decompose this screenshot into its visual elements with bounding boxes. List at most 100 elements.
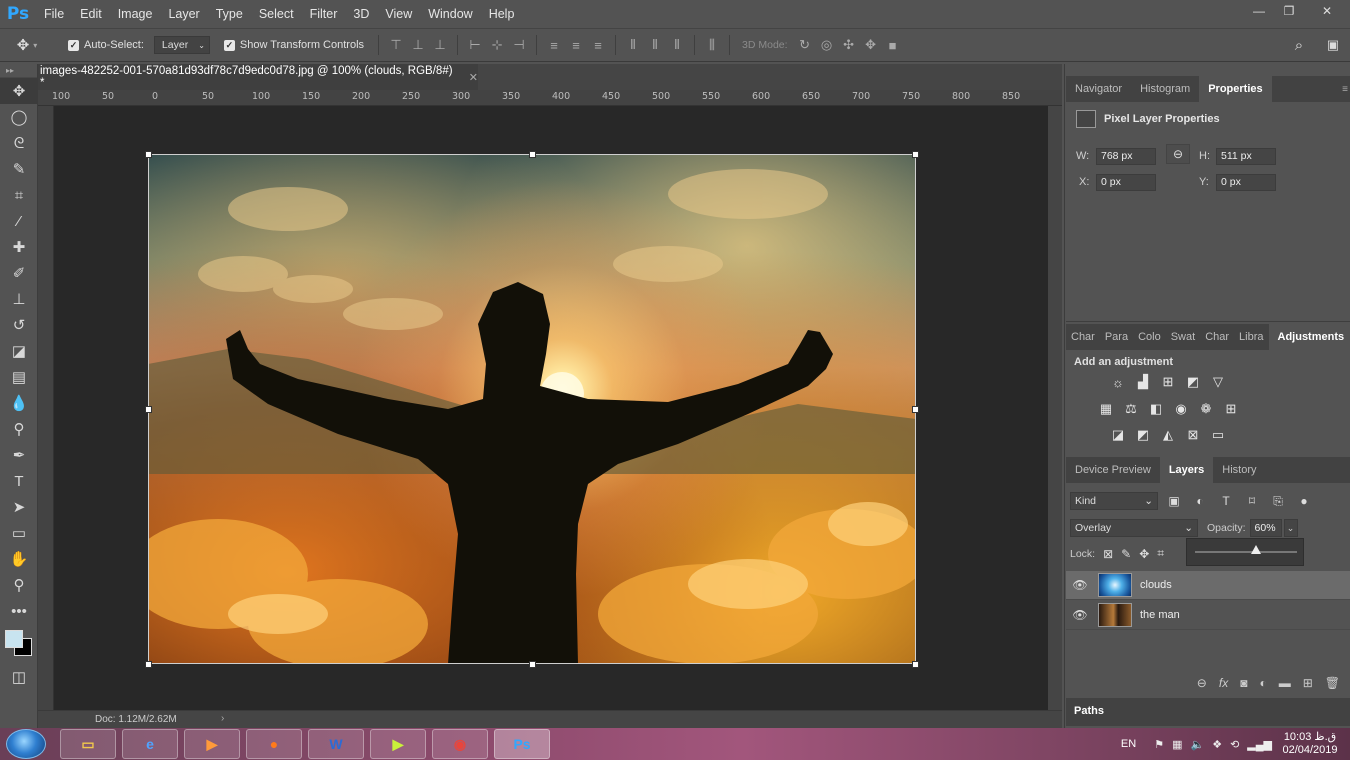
type-tool-icon[interactable]: T [0, 468, 38, 494]
tab-color[interactable]: Colo [1133, 324, 1166, 350]
document-tab[interactable]: images-482252-001-570a81d93df78c7d9edc0d… [38, 64, 478, 90]
transform-bounding-box[interactable] [148, 154, 916, 664]
tab-paragraph[interactable]: Para [1100, 324, 1133, 350]
dodge-tool-icon[interactable]: ⚲ [0, 416, 38, 442]
menu-edit[interactable]: Edit [72, 0, 110, 28]
media-player-icon[interactable]: ▶ [184, 729, 240, 759]
path-selection-tool-icon[interactable]: ➤ [0, 494, 38, 520]
fx-icon[interactable]: fx [1219, 676, 1228, 690]
opacity-field[interactable]: 60% [1249, 519, 1282, 537]
horizontal-ruler[interactable]: 100 50 0 50 100 150 200 250 300 350 400 450 500 550 60… [38, 90, 1062, 106]
lock-image-icon[interactable]: ✎ [1121, 547, 1131, 561]
eye-icon[interactable]: 👁 [1066, 578, 1094, 592]
word-icon[interactable]: W [308, 729, 364, 759]
tab-adjustments[interactable]: Adjustments [1268, 324, 1350, 350]
network-icon[interactable]: ▦ [1172, 738, 1182, 751]
align-bottom-icon[interactable]: ⊥ [429, 34, 451, 56]
history-brush-tool-icon[interactable]: ↺ [0, 312, 38, 338]
hue-saturation-icon[interactable]: ▦ [1096, 399, 1116, 419]
hand-tool-icon[interactable]: ✋ [0, 546, 38, 572]
3d-slide-icon[interactable]: ✥ [860, 34, 882, 56]
transform-handle-left[interactable] [145, 406, 152, 413]
tab-device-preview[interactable]: Device Preview [1066, 457, 1160, 483]
language-indicator[interactable]: EN [1121, 738, 1136, 750]
color-swatches[interactable] [0, 624, 37, 664]
transform-handle-top-left[interactable] [145, 151, 152, 158]
3d-orbit-icon[interactable]: ↻ [794, 34, 816, 56]
color-lookup-icon[interactable]: ⊞ [1221, 399, 1241, 419]
color-balance-icon[interactable]: ⚖ [1121, 399, 1141, 419]
lock-artboard-icon[interactable]: ⌗ [1157, 546, 1164, 561]
tab-libraries[interactable]: Libra [1234, 324, 1268, 350]
gradient-map-icon[interactable]: ▭ [1208, 425, 1228, 445]
close-button[interactable]: ✕ [1304, 0, 1350, 22]
menu-view[interactable]: View [377, 0, 420, 28]
move-tool-preset-icon[interactable]: ✥ ▾ [0, 36, 54, 54]
filter-shape-icon[interactable]: ⌑ [1242, 494, 1262, 508]
new-group-icon[interactable]: ▬ [1279, 676, 1291, 690]
volume-icon[interactable]: 🔈 [1190, 738, 1204, 751]
distribute-left-icon[interactable]: ⦀ [622, 34, 644, 56]
chevron-right-icon[interactable]: › [221, 713, 224, 724]
3d-scale-icon[interactable]: ■ [882, 34, 904, 56]
document-size-info[interactable]: Doc: 1.12M/2.62M [95, 714, 177, 725]
rectangle-tool-icon[interactable]: ▭ [0, 520, 38, 546]
lasso-tool-icon[interactable]: ᘓ [0, 130, 38, 156]
link-icon[interactable]: ⊖ [1166, 144, 1190, 164]
levels-icon[interactable]: ▟ [1133, 372, 1153, 392]
chevron-down-icon[interactable]: ⌄ [1283, 519, 1298, 537]
chrome-icon[interactable]: ◉ [432, 729, 488, 759]
selective-color-icon[interactable]: ⊠ [1183, 425, 1203, 445]
menu-image[interactable]: Image [110, 0, 161, 28]
distribute-vcenter-icon[interactable]: ≡ [565, 34, 587, 56]
move-tool-icon[interactable]: ✥ [0, 78, 38, 104]
tab-character[interactable]: Char [1066, 324, 1100, 350]
panel-collapse-icon[interactable]: ▸▸ [0, 64, 37, 78]
tab-navigator[interactable]: Navigator [1066, 76, 1131, 102]
transform-handle-bottom[interactable] [529, 661, 536, 668]
filter-smart-object-icon[interactable]: ⎘ [1268, 494, 1288, 509]
zoom-tool-icon[interactable]: ⚲ [0, 572, 38, 598]
internet-explorer-icon[interactable]: e [122, 729, 178, 759]
eraser-tool-icon[interactable]: ◪ [0, 338, 38, 364]
exposure-icon[interactable]: ◩ [1183, 372, 1203, 392]
menu-window[interactable]: Window [420, 0, 480, 28]
new-adjustment-icon[interactable]: ◐ [1259, 676, 1266, 690]
foreground-color-swatch[interactable] [5, 630, 23, 648]
align-vcenter-icon[interactable]: ⊥ [407, 34, 429, 56]
quick-select-tool-icon[interactable]: ✎ [0, 156, 38, 182]
filter-toggle-icon[interactable]: ● [1294, 494, 1314, 508]
quick-mask-icon[interactable]: ◫ [0, 664, 38, 690]
tab-properties[interactable]: Properties [1199, 76, 1272, 102]
menu-file[interactable]: File [36, 0, 72, 28]
black-white-icon[interactable]: ◧ [1146, 399, 1166, 419]
menu-layer[interactable]: Layer [160, 0, 207, 28]
pen-tool-icon[interactable]: ✒ [0, 442, 38, 468]
transform-handle-bottom-left[interactable] [145, 661, 152, 668]
vibrance-icon[interactable]: ▽ [1208, 372, 1228, 392]
video-editor-icon[interactable]: ▶ [370, 729, 426, 759]
show-transform-checkbox[interactable]: ✓ Show Transform Controls [223, 39, 364, 51]
trash-icon[interactable]: 🗑 [1325, 676, 1340, 690]
lock-position-icon[interactable]: ✥ [1139, 547, 1149, 561]
transform-handle-right[interactable] [912, 406, 919, 413]
photoshop-taskbar-icon[interactable]: Ps [494, 729, 550, 759]
blur-tool-icon[interactable]: 💧 [0, 390, 38, 416]
signal-icon[interactable]: ▂▄▆ [1247, 738, 1272, 751]
tab-histogram[interactable]: Histogram [1131, 76, 1199, 102]
width-field[interactable]: 768 px [1096, 148, 1156, 165]
opacity-slider-track[interactable] [1195, 545, 1297, 554]
height-field[interactable]: 511 px [1216, 148, 1276, 165]
align-hcenter-icon[interactable]: ⊹ [486, 34, 508, 56]
blend-mode-select[interactable]: Overlay ⌄ [1070, 519, 1198, 537]
tab-swatches[interactable]: Swat [1166, 324, 1200, 350]
sync-icon[interactable]: ⟲ [1230, 738, 1239, 751]
curves-icon[interactable]: ⊞ [1158, 372, 1178, 392]
eyedropper-tool-icon[interactable]: ⁄ [0, 208, 38, 234]
x-field[interactable]: 0 px [1096, 174, 1156, 191]
transform-handle-top[interactable] [529, 151, 536, 158]
vertical-scrollbar[interactable] [1048, 106, 1062, 710]
tab-character-styles[interactable]: Char [1200, 324, 1234, 350]
auto-select-target-select[interactable]: Layer ⌄ [153, 36, 210, 54]
brush-tool-icon[interactable]: ✐ [0, 260, 38, 286]
